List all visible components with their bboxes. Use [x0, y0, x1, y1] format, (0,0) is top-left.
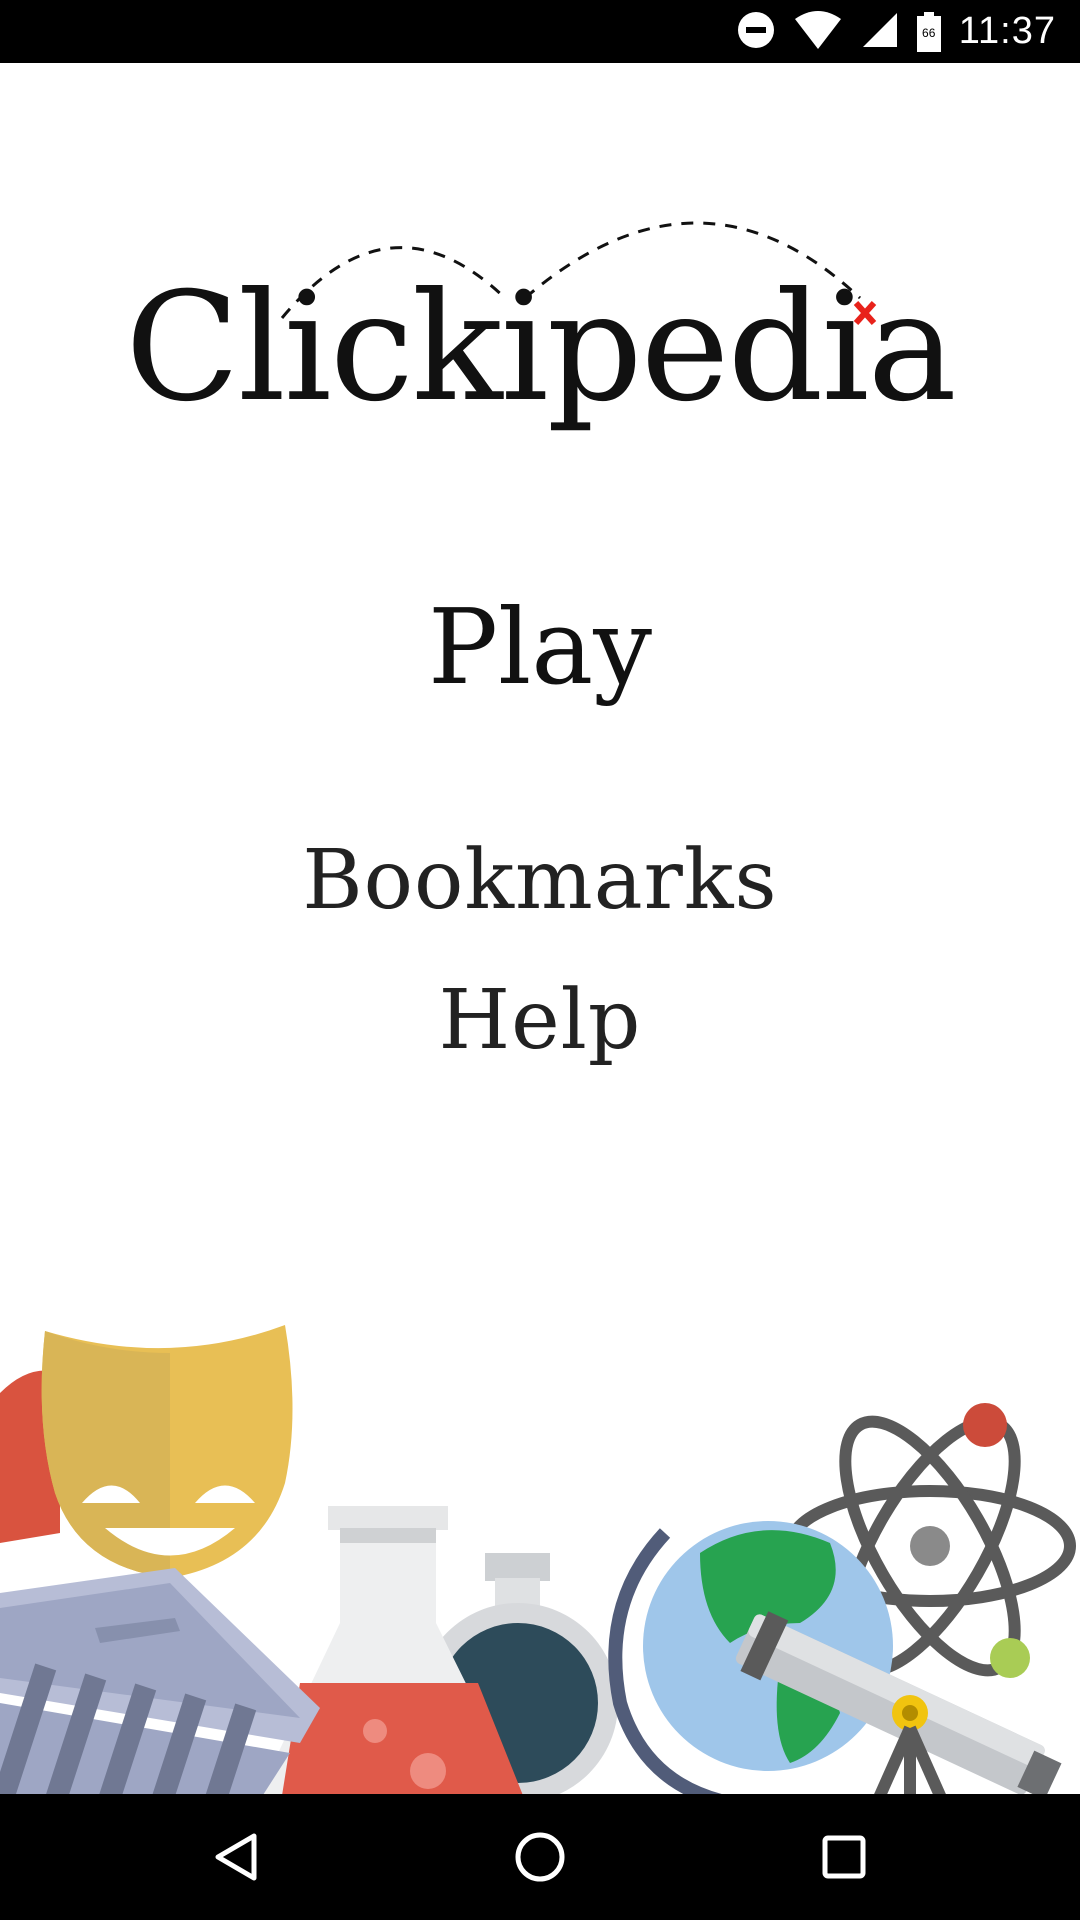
recents-icon	[822, 1835, 866, 1879]
status-icons: 66 11:37	[737, 0, 1056, 63]
app-screen: Clickipedia Play Bookmarks Help	[0, 63, 1080, 1794]
back-icon	[215, 1833, 257, 1881]
back-button[interactable]	[146, 1794, 326, 1920]
theater-masks-icon	[0, 1325, 293, 1578]
battery-level: 66	[922, 25, 936, 40]
home-icon	[515, 1832, 565, 1882]
status-bar: 66 11:37	[0, 0, 1080, 63]
battery-icon: 66	[916, 11, 941, 52]
wifi-icon	[793, 10, 843, 53]
clock: 11:37	[958, 10, 1056, 52]
museum-icon	[0, 1568, 320, 1794]
home-button[interactable]	[450, 1794, 630, 1920]
do-not-disturb-icon	[737, 11, 775, 53]
recents-button[interactable]	[754, 1794, 934, 1920]
navigation-bar	[0, 1794, 1080, 1920]
illustration	[0, 1325, 1076, 1794]
signal-icon	[861, 11, 899, 53]
